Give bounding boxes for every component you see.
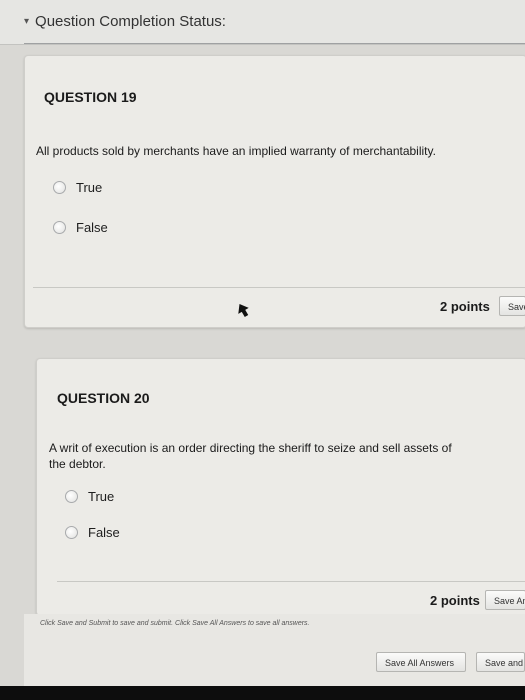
option-false[interactable]: False — [53, 220, 108, 235]
question-title: QUESTION 20 — [57, 390, 150, 406]
save-answer-button[interactable]: Save — [499, 296, 525, 316]
save-and-submit-button[interactable]: Save and S — [476, 652, 525, 672]
radio-button[interactable] — [53, 221, 66, 234]
mouse-cursor-icon — [238, 303, 249, 318]
option-true[interactable]: True — [65, 489, 114, 504]
option-label: True — [76, 180, 103, 195]
option-label: False — [88, 525, 120, 540]
chevron-down-icon: ▾ — [24, 16, 30, 27]
completion-status-label: Question Completion Status: — [35, 13, 226, 30]
option-true[interactable]: True — [53, 180, 102, 195]
points-value: 2 points — [430, 593, 480, 608]
question-text-line-2: the debtor. — [49, 457, 106, 471]
question-title: QUESTION 19 — [44, 89, 137, 105]
option-label: False — [76, 220, 108, 235]
status-bar: ▾ Question Completion Status: — [0, 0, 525, 45]
question-divider — [57, 581, 525, 582]
option-false[interactable]: False — [65, 525, 120, 540]
status-divider — [24, 43, 525, 44]
radio-button[interactable] — [53, 181, 66, 194]
points-value: 2 points — [440, 299, 490, 314]
screen-edge — [0, 686, 525, 700]
question-20-card: QUESTION 20 A writ of execution is an or… — [36, 358, 525, 616]
radio-button[interactable] — [65, 490, 78, 503]
option-label: True — [88, 489, 115, 504]
completion-status-toggle[interactable]: ▾ Question Completion Status: — [24, 13, 226, 30]
question-19-card: QUESTION 19 All products sold by merchan… — [24, 55, 525, 328]
save-all-answers-button[interactable]: Save All Answers — [376, 652, 466, 672]
radio-button[interactable] — [65, 526, 78, 539]
submission-instructions: Click Save and Submit to save and submit… — [40, 620, 310, 627]
question-text: All products sold by merchants have an i… — [36, 144, 436, 158]
question-divider — [33, 287, 525, 288]
save-answer-button[interactable]: Save An — [485, 590, 525, 610]
question-text-line-1: A writ of execution is an order directin… — [49, 441, 452, 455]
